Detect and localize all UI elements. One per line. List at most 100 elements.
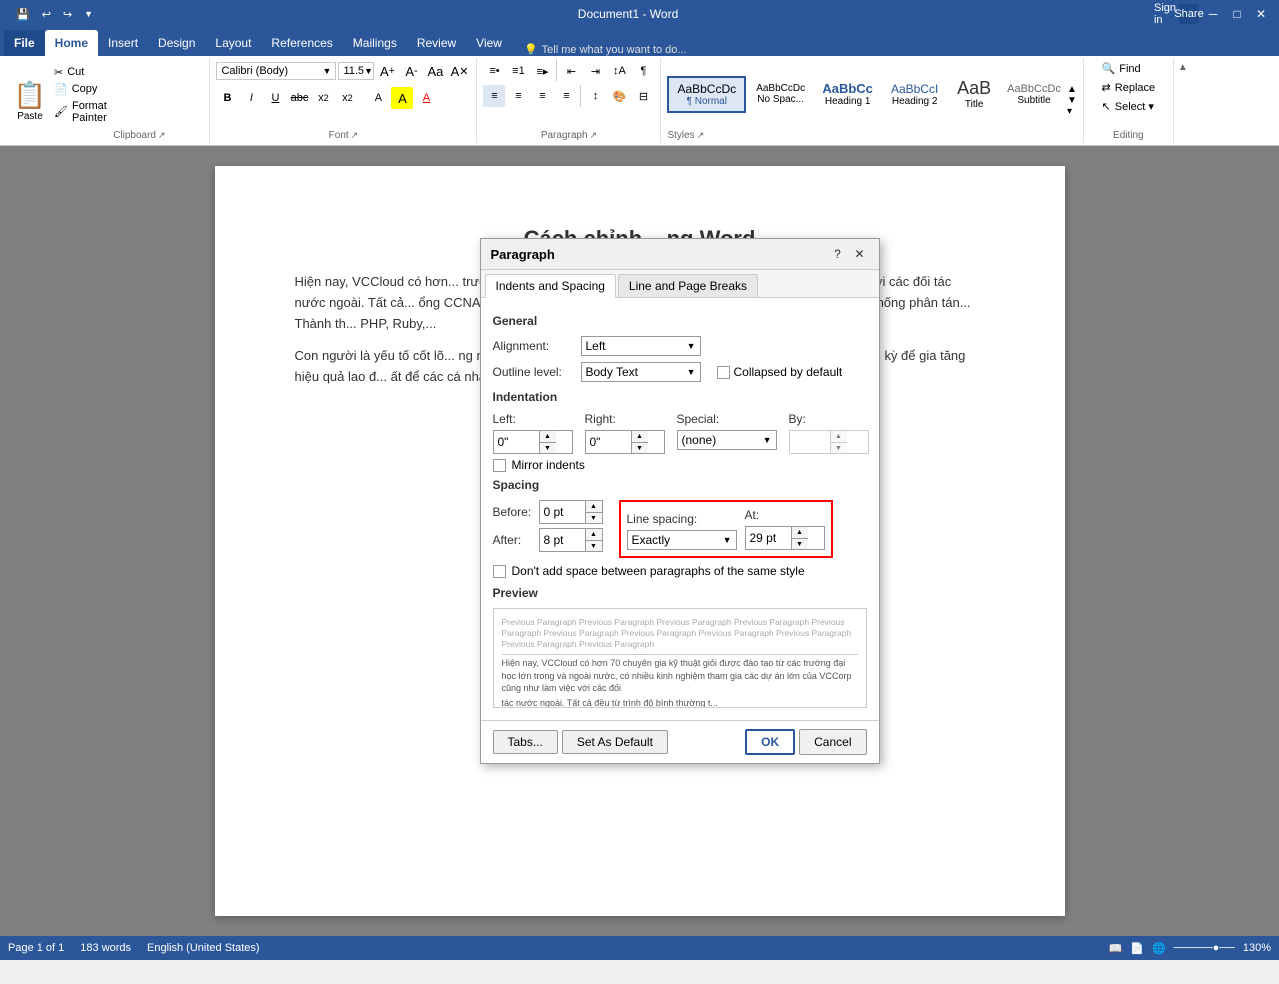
style-heading1-button[interactable]: AaBbCc Heading 1 [815, 77, 880, 111]
style-heading2-button[interactable]: AaBbCcI Heading 2 [882, 78, 947, 111]
line-spacing-button[interactable]: ↕ [584, 85, 606, 107]
tab-references[interactable]: References [261, 30, 342, 56]
indent-left-input[interactable] [494, 431, 539, 453]
clipboard-expand-icon[interactable]: ↗ [158, 130, 166, 141]
style-title-button[interactable]: AaB Title [949, 74, 999, 114]
styles-scroll-up[interactable]: ▲ [1067, 84, 1077, 95]
language-indicator[interactable]: English (United States) [147, 942, 260, 954]
tab-insert[interactable]: Insert [98, 30, 148, 56]
format-painter-button[interactable]: 🖌 Format Painter [52, 99, 113, 125]
set-default-button[interactable]: Set As Default [562, 730, 668, 754]
font-size-increase-button[interactable]: A+ [376, 60, 398, 82]
show-formatting-button[interactable]: ¶ [632, 60, 654, 82]
indent-right-up[interactable]: ▲ [632, 431, 648, 442]
after-input[interactable] [540, 529, 585, 551]
zoom-level[interactable]: 130% [1243, 942, 1271, 954]
tab-line-page-breaks[interactable]: Line and Page Breaks [618, 274, 758, 297]
qat-dropdown-icon[interactable]: ▼ [80, 7, 97, 21]
line-spacing-at-down[interactable]: ▼ [792, 538, 808, 549]
read-mode-icon[interactable]: 📖 [1109, 942, 1123, 955]
find-button[interactable]: 🔍 Find [1098, 60, 1145, 77]
tab-indents-spacing[interactable]: Indents and Spacing [485, 274, 616, 298]
before-up[interactable]: ▲ [586, 501, 602, 512]
paste-button[interactable]: 📋 Paste [10, 78, 50, 124]
undo-icon[interactable]: ↩ [38, 6, 55, 23]
align-left-button[interactable]: ≡ [483, 85, 505, 107]
maximize-button[interactable]: □ [1227, 4, 1247, 24]
tabs-button[interactable]: Tabs... [493, 730, 558, 754]
tell-me-bar[interactable]: 💡 Tell me what you want to do... [512, 43, 1279, 56]
numbering-button[interactable]: ≡1 [507, 60, 529, 82]
close-button[interactable]: ✕ [1251, 4, 1271, 24]
bullets-button[interactable]: ≡• [483, 60, 505, 82]
change-case-button[interactable]: Aa [424, 60, 446, 82]
indent-left-down[interactable]: ▼ [540, 442, 556, 453]
font-name-dropdown-icon[interactable]: ▼ [323, 66, 332, 76]
tab-file[interactable]: File [4, 30, 45, 56]
indent-by-down[interactable]: ▼ [831, 442, 847, 453]
indent-right-input[interactable] [586, 431, 631, 453]
zoom-slider[interactable]: ─────●── [1174, 942, 1235, 954]
decrease-indent-button[interactable]: ⇤ [560, 60, 582, 82]
minimize-button[interactable]: ─ [1203, 4, 1223, 24]
before-down[interactable]: ▼ [586, 512, 602, 523]
text-highlight-button[interactable]: A [391, 87, 413, 109]
cancel-button[interactable]: Cancel [799, 729, 866, 755]
tab-view[interactable]: View [466, 30, 512, 56]
strikethrough-button[interactable]: abc [288, 87, 310, 109]
tab-design[interactable]: Design [148, 30, 205, 56]
justify-button[interactable]: ≡ [555, 85, 577, 107]
after-down[interactable]: ▼ [586, 540, 602, 551]
bold-button[interactable]: B [216, 87, 238, 109]
select-button[interactable]: ↖ Select ▾ [1098, 98, 1158, 115]
share-button[interactable]: Share [1179, 4, 1199, 24]
before-spinner[interactable]: ▲ ▼ [539, 500, 603, 524]
clear-formatting-button[interactable]: A✕ [448, 60, 470, 82]
alignment-select[interactable]: Left ▼ [581, 336, 701, 356]
indent-special-select[interactable]: (none) ▼ [677, 430, 777, 450]
styles-dropdown[interactable]: ▾ [1067, 106, 1077, 117]
save-icon[interactable]: 💾 [12, 6, 34, 23]
indent-left-spinner[interactable]: ▲ ▼ [493, 430, 573, 454]
tab-mailings[interactable]: Mailings [343, 30, 407, 56]
font-expand-icon[interactable]: ↗ [351, 130, 359, 141]
line-spacing-at-input[interactable] [746, 527, 791, 549]
web-layout-icon[interactable]: 🌐 [1152, 942, 1166, 955]
underline-button[interactable]: U [264, 87, 286, 109]
font-name-selector[interactable]: Calibri (Body) ▼ [216, 62, 336, 80]
font-color-button[interactable]: A [415, 87, 437, 109]
after-spinner[interactable]: ▲ ▼ [539, 528, 603, 552]
word-count[interactable]: 183 words [80, 942, 131, 954]
print-layout-icon[interactable]: 📄 [1130, 942, 1144, 955]
tab-review[interactable]: Review [407, 30, 466, 56]
styles-scroll-down[interactable]: ▼ [1067, 95, 1077, 106]
borders-button[interactable]: ⊟ [632, 85, 654, 107]
font-size-decrease-button[interactable]: A- [400, 60, 422, 82]
italic-button[interactable]: I [240, 87, 262, 109]
indent-left-up[interactable]: ▲ [540, 431, 556, 442]
align-center-button[interactable]: ≡ [507, 85, 529, 107]
indent-right-down[interactable]: ▼ [632, 442, 648, 453]
sort-button[interactable]: ↕A [608, 60, 630, 82]
redo-icon[interactable]: ↪ [59, 6, 76, 23]
copy-button[interactable]: 📄 Copy [52, 82, 113, 97]
mirror-indents-checkbox[interactable] [493, 459, 506, 472]
before-input[interactable] [540, 501, 585, 523]
indent-by-up[interactable]: ▲ [831, 431, 847, 442]
increase-indent-button[interactable]: ⇥ [584, 60, 606, 82]
indent-by-input[interactable] [790, 431, 830, 453]
text-effects-button[interactable]: A [367, 87, 389, 109]
collapse-ribbon-button[interactable]: ▲ [1174, 58, 1192, 143]
dont-add-space-checkbox[interactable] [493, 565, 506, 578]
dialog-close-button[interactable]: ✕ [851, 245, 869, 263]
subscript-button[interactable]: x2 [312, 87, 334, 109]
cut-button[interactable]: ✂ Cut [52, 65, 113, 80]
align-right-button[interactable]: ≡ [531, 85, 553, 107]
line-spacing-select[interactable]: Exactly ▼ [627, 530, 737, 550]
line-spacing-at-spinner[interactable]: ▲ ▼ [745, 526, 825, 550]
replace-button[interactable]: ⇄ Replace [1098, 79, 1160, 96]
line-spacing-at-up[interactable]: ▲ [792, 527, 808, 538]
sign-in-button[interactable]: Sign in [1155, 4, 1175, 24]
tab-home[interactable]: Home [45, 30, 98, 56]
ok-button[interactable]: OK [745, 729, 795, 755]
